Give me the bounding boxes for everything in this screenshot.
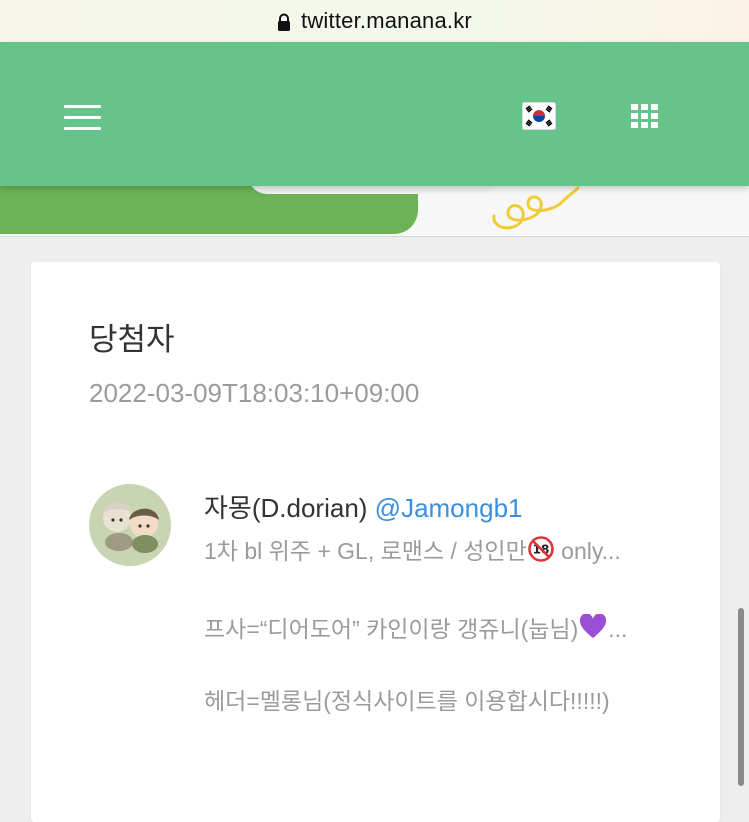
user-display-name: 자몽(D.dorian): [204, 493, 368, 523]
bio-line-1: 1차 bl 위주 + GL, 로맨스 / 성인만 18 only...: [204, 536, 621, 566]
post-timestamp: 2022-03-09T18:03:10+09:00: [89, 378, 420, 408]
grid-apps-icon[interactable]: [629, 102, 661, 132]
hamburger-menu-icon[interactable]: [64, 105, 102, 131]
bio-line-1-suffix: only...: [554, 538, 621, 564]
scrollbar[interactable]: [738, 608, 744, 786]
purple-heart-icon: [579, 614, 607, 644]
browser-url-bar[interactable]: twitter.manana.kr: [0, 0, 749, 42]
bio-line-3-text: 헤더=멜롱님(정식사이트를 이용합시다!!!!!): [204, 688, 610, 714]
winner-card: 당첨자 2022-03-09T18:03:10+09:00 자몽(D.doria…: [31, 262, 720, 822]
lock-icon: [277, 13, 291, 31]
bio-line-3: 헤더=멜롱님(정식사이트를 이용합시다!!!!!): [204, 686, 610, 716]
top-navigation-bar: [0, 42, 749, 186]
header-banner-image: [0, 186, 749, 237]
page-title: 당첨자: [89, 322, 175, 358]
banner-swirl-doodle: [492, 186, 580, 230]
bio-line-1-text: 1차 bl 위주 + GL, 로맨스 / 성인만: [204, 538, 527, 564]
user-handle-link[interactable]: @Jamongb1: [375, 493, 523, 523]
user-line: 자몽(D.dorian) @Jamongb1: [204, 488, 522, 525]
avatar[interactable]: [89, 484, 171, 566]
url-text: twitter.manana.kr: [301, 8, 472, 33]
korean-flag-icon[interactable]: [522, 102, 556, 130]
bio-line-2: 프사=“디어도어” 카인이랑 갱쥬니(눕님) ...: [204, 614, 627, 644]
bio-line-2-suffix: ...: [608, 616, 628, 642]
banner-pill-shape: [248, 186, 498, 194]
no-one-under-18-icon: 18: [527, 536, 554, 566]
bio-line-2-text: 프사=“디어도어” 카인이랑 갱쥬니(눕님): [204, 616, 579, 642]
